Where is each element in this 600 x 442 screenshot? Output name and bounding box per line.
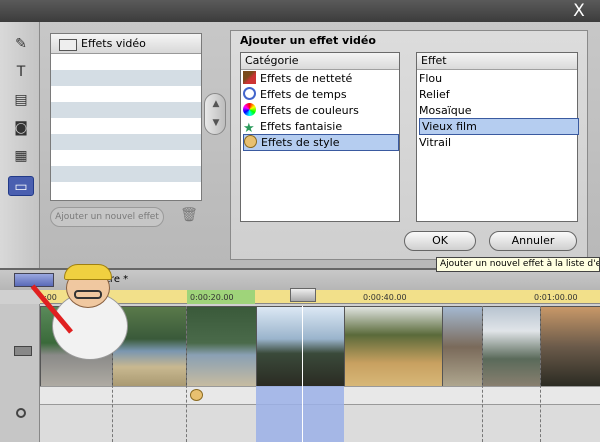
list-stripe bbox=[51, 134, 201, 150]
effect-item[interactable]: Flou bbox=[419, 71, 442, 86]
effect-item-selected[interactable]: Vieux film bbox=[419, 118, 579, 135]
playhead-handle[interactable] bbox=[290, 288, 316, 302]
mascot-hair bbox=[64, 264, 112, 280]
color-wheel-icon bbox=[243, 103, 256, 116]
category-list[interactable]: Catégorie Effets de netteté Effets de te… bbox=[240, 52, 400, 222]
tooltip: Ajouter un nouvel effet à la liste d'eff… bbox=[436, 257, 600, 272]
video-clip[interactable] bbox=[540, 306, 600, 388]
title-tool-icon[interactable]: T bbox=[8, 62, 34, 82]
brush-icon bbox=[243, 71, 256, 84]
effect-item[interactable]: Vitrail bbox=[419, 135, 451, 150]
category-item[interactable]: Effets de couleurs bbox=[243, 103, 359, 118]
glasses-icon bbox=[74, 290, 102, 299]
tick-label: 0:00:40.00 bbox=[363, 293, 407, 302]
effect-item[interactable]: Relief bbox=[419, 87, 450, 102]
clip-divider bbox=[186, 306, 187, 442]
palette-icon bbox=[244, 135, 257, 148]
photo-tool-icon[interactable]: ◙ bbox=[8, 118, 34, 138]
track-headers bbox=[0, 304, 40, 442]
category-item-selected[interactable]: Effets de style bbox=[243, 134, 399, 151]
palette-icon[interactable] bbox=[190, 389, 203, 401]
scroll-down-icon[interactable]: ▼ bbox=[205, 118, 227, 128]
folder-icon bbox=[59, 39, 77, 51]
video-clip[interactable] bbox=[442, 306, 484, 388]
video-clip[interactable] bbox=[186, 306, 258, 388]
timeline-ruler[interactable]: :00 0:00:20.00 0:00:40.00 0:01:00.00 bbox=[40, 290, 600, 304]
add-effect-button[interactable]: Ajouter un nouvel effet bbox=[50, 207, 164, 227]
ok-button[interactable]: OK bbox=[404, 231, 476, 251]
edit-tool-icon[interactable]: ✎ bbox=[8, 34, 34, 54]
clip-divider bbox=[482, 306, 483, 442]
transition-tool-icon[interactable]: ▤ bbox=[8, 90, 34, 110]
tick-label: 0:01:00.00 bbox=[534, 293, 578, 302]
category-header: Catégorie bbox=[241, 53, 399, 70]
effect-header: Effet bbox=[417, 53, 577, 70]
dialog-title: Ajouter un effet vidéo bbox=[240, 34, 376, 47]
scroll-up-icon[interactable]: ▲ bbox=[205, 99, 227, 109]
close-button[interactable]: X bbox=[568, 2, 590, 20]
audio-track-icon bbox=[16, 408, 26, 418]
video-clip[interactable] bbox=[344, 306, 444, 388]
video-effects-tool-icon[interactable]: ▭ bbox=[8, 176, 34, 196]
list-stripe bbox=[51, 102, 201, 118]
list-scroll-control[interactable]: ▲ ▼ bbox=[204, 93, 226, 135]
clapper-tool-icon[interactable]: ▦ bbox=[8, 146, 34, 166]
video-track-icon bbox=[14, 346, 32, 356]
clip-selection-highlight bbox=[256, 386, 344, 442]
effect-list[interactable]: Effet Flou Relief Mosaïque Vieux film Vi… bbox=[416, 52, 579, 222]
trash-icon[interactable]: 🗑 bbox=[180, 207, 198, 227]
title-bar bbox=[0, 0, 600, 22]
clip-divider bbox=[540, 306, 541, 442]
cancel-button[interactable]: Annuler bbox=[489, 231, 577, 251]
video-clip[interactable] bbox=[256, 306, 346, 388]
category-item[interactable]: ★ Effets fantaisie bbox=[243, 119, 342, 135]
tool-strip: ✎ T ▤ ◙ ▦ ▭ bbox=[0, 22, 40, 268]
list-stripe bbox=[51, 166, 201, 182]
list-stripe bbox=[51, 70, 201, 86]
playhead-line bbox=[302, 306, 303, 442]
video-effects-list[interactable]: Effets vidéo bbox=[50, 33, 202, 201]
effect-item[interactable]: Mosaïque bbox=[419, 103, 471, 118]
category-item[interactable]: Effets de netteté bbox=[243, 71, 352, 86]
video-clip[interactable] bbox=[482, 306, 542, 388]
video-effects-header: Effets vidéo bbox=[51, 34, 201, 54]
clock-icon bbox=[243, 87, 256, 100]
tick-label: 0:00:20.00 bbox=[190, 293, 234, 302]
category-item[interactable]: Effets de temps bbox=[243, 87, 347, 102]
